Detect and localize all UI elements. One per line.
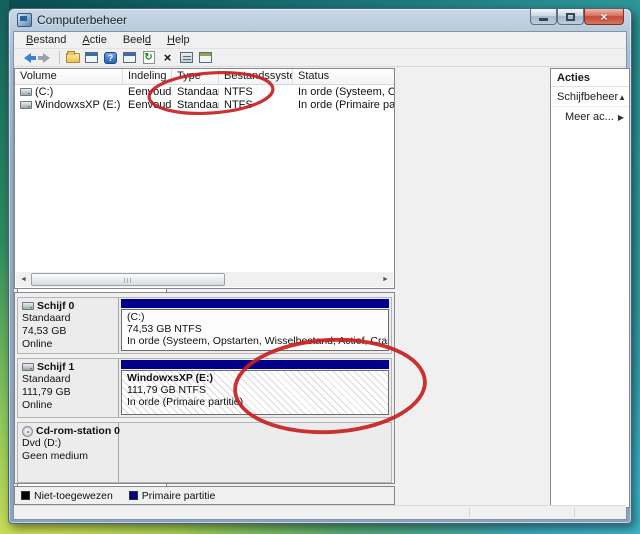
legend-item-unallocated: Niet-toegewezen: [21, 490, 113, 502]
volume-list: Volume Indeling Type Bestandssysteem Sta…: [14, 68, 395, 289]
forward-button[interactable]: [37, 50, 56, 66]
show-action-pane-button[interactable]: [120, 50, 139, 66]
computer-management-window: Computerbeheer × Bestand Actie Beeld Hel…: [8, 8, 632, 524]
toolbar-separator: [59, 51, 60, 64]
refresh-icon: ↻: [143, 51, 155, 64]
column-header-type[interactable]: Type: [172, 69, 219, 84]
drive-icon: [20, 88, 32, 96]
chevron-right-icon[interactable]: ▶: [618, 113, 624, 122]
legend-bar: Niet-toegewezen Primaire partitie: [14, 486, 395, 505]
export-list-icon: [199, 52, 212, 63]
actions-pane: Acties Schijfbeheer ▲ Meer ac... ▶: [550, 68, 630, 508]
menu-beeld[interactable]: Beeld: [115, 33, 159, 47]
menu-bestand[interactable]: Bestand: [18, 33, 74, 47]
disk1-partition[interactable]: WindowxsXP (E:) 111,79 GB NTFS In orde (…: [119, 359, 391, 417]
delete-icon: ×: [164, 51, 172, 64]
forward-icon: [43, 53, 50, 63]
more-actions-item[interactable]: Meer ac... ▶: [551, 107, 629, 126]
cdrom-empty-area: [119, 423, 391, 482]
back-button[interactable]: [18, 50, 37, 66]
column-header-volume[interactable]: Volume: [15, 69, 123, 84]
menu-bar: Bestand Actie Beeld Help: [14, 32, 626, 49]
volume-row-c[interactable]: (C:) Eenvoudig Standaard NTFS In orde (S…: [15, 85, 394, 98]
unallocated-swatch: [21, 491, 30, 500]
partition-color-bar: [121, 360, 389, 369]
titlebar[interactable]: Computerbeheer ×: [9, 9, 631, 31]
console-tree-icon: [85, 52, 98, 63]
back-icon: [24, 53, 31, 63]
cd-rom-icon: [22, 426, 33, 437]
actions-group-schijfbeheer[interactable]: Schijfbeheer ▲: [551, 87, 629, 107]
column-header-bestandssysteem[interactable]: Bestandssysteem: [219, 69, 293, 84]
disk0-partition-body[interactable]: (C:) 74,53 GB NTFS In orde (Systeem, Ops…: [121, 309, 389, 351]
export-list-button[interactable]: [196, 50, 215, 66]
properties-button[interactable]: [177, 50, 196, 66]
window-title: Computerbeheer: [37, 13, 127, 27]
partition-color-bar: [121, 299, 389, 308]
refresh-button[interactable]: ↻: [139, 50, 158, 66]
volume-row-e[interactable]: WindowxsXP (E:) Eenvoudig Standaard NTFS…: [15, 98, 394, 111]
disk-row-cdrom0[interactable]: Cd-rom-station 0 Dvd (D:) Geen medium: [17, 422, 392, 483]
toolbar: ? ↻ ×: [14, 49, 626, 67]
properties-icon: [180, 52, 193, 63]
main-pane: Volume Indeling Type Bestandssysteem Sta…: [14, 68, 395, 508]
menu-actie[interactable]: Actie: [74, 33, 114, 47]
disk1-partition-body[interactable]: WindowxsXP (E:) 111,79 GB NTFS In orde (…: [121, 370, 389, 415]
drive-icon: [20, 101, 32, 109]
cdrom-info[interactable]: Cd-rom-station 0 Dvd (D:) Geen medium: [18, 423, 119, 482]
menu-help[interactable]: Help: [159, 33, 198, 47]
disk-row-schijf1[interactable]: Schijf 1 Standaard 111,79 GB Online Wind…: [17, 358, 392, 418]
disk1-info[interactable]: Schijf 1 Standaard 111,79 GB Online: [18, 359, 119, 417]
close-button[interactable]: ×: [584, 9, 624, 25]
disk-row-schijf0[interactable]: Schijf 0 Standaard 74,53 GB Online (C:) …: [17, 297, 392, 354]
scroll-left-icon[interactable]: ◄: [16, 272, 31, 287]
minimize-button[interactable]: [530, 9, 557, 25]
action-pane-icon: [123, 52, 136, 63]
disk0-partition[interactable]: (C:) 74,53 GB NTFS In orde (Systeem, Ops…: [119, 298, 391, 353]
disk-icon: [22, 302, 34, 310]
show-console-tree-button[interactable]: [82, 50, 101, 66]
primary-partition-swatch: [129, 491, 138, 500]
delete-button[interactable]: ×: [158, 50, 177, 66]
scrollbar-thumb[interactable]: [31, 273, 225, 286]
column-header-status[interactable]: Status: [293, 69, 394, 84]
disk-graph-view: Schijf 0 Standaard 74,53 GB Online (C:) …: [14, 292, 395, 484]
column-header-indeling[interactable]: Indeling: [123, 69, 172, 84]
up-folder-icon: [66, 53, 80, 63]
legend-item-primary-partition: Primaire partitie: [129, 490, 216, 502]
status-bar: [14, 505, 626, 519]
volume-list-header: Volume Indeling Type Bestandssysteem Sta…: [15, 69, 394, 85]
app-icon: [17, 13, 32, 27]
volume-list-horizontal-scrollbar[interactable]: ◄ ►: [16, 272, 393, 287]
scroll-right-icon[interactable]: ►: [378, 272, 393, 287]
help-icon: ?: [104, 52, 117, 64]
disk0-info[interactable]: Schijf 0 Standaard 74,53 GB Online: [18, 298, 119, 353]
disk-icon: [22, 363, 34, 371]
collapse-icon[interactable]: ▲: [618, 93, 626, 102]
actions-title: Acties: [551, 69, 629, 87]
up-button[interactable]: [63, 50, 82, 66]
maximize-button[interactable]: [557, 9, 584, 25]
help-button[interactable]: ?: [101, 50, 120, 66]
